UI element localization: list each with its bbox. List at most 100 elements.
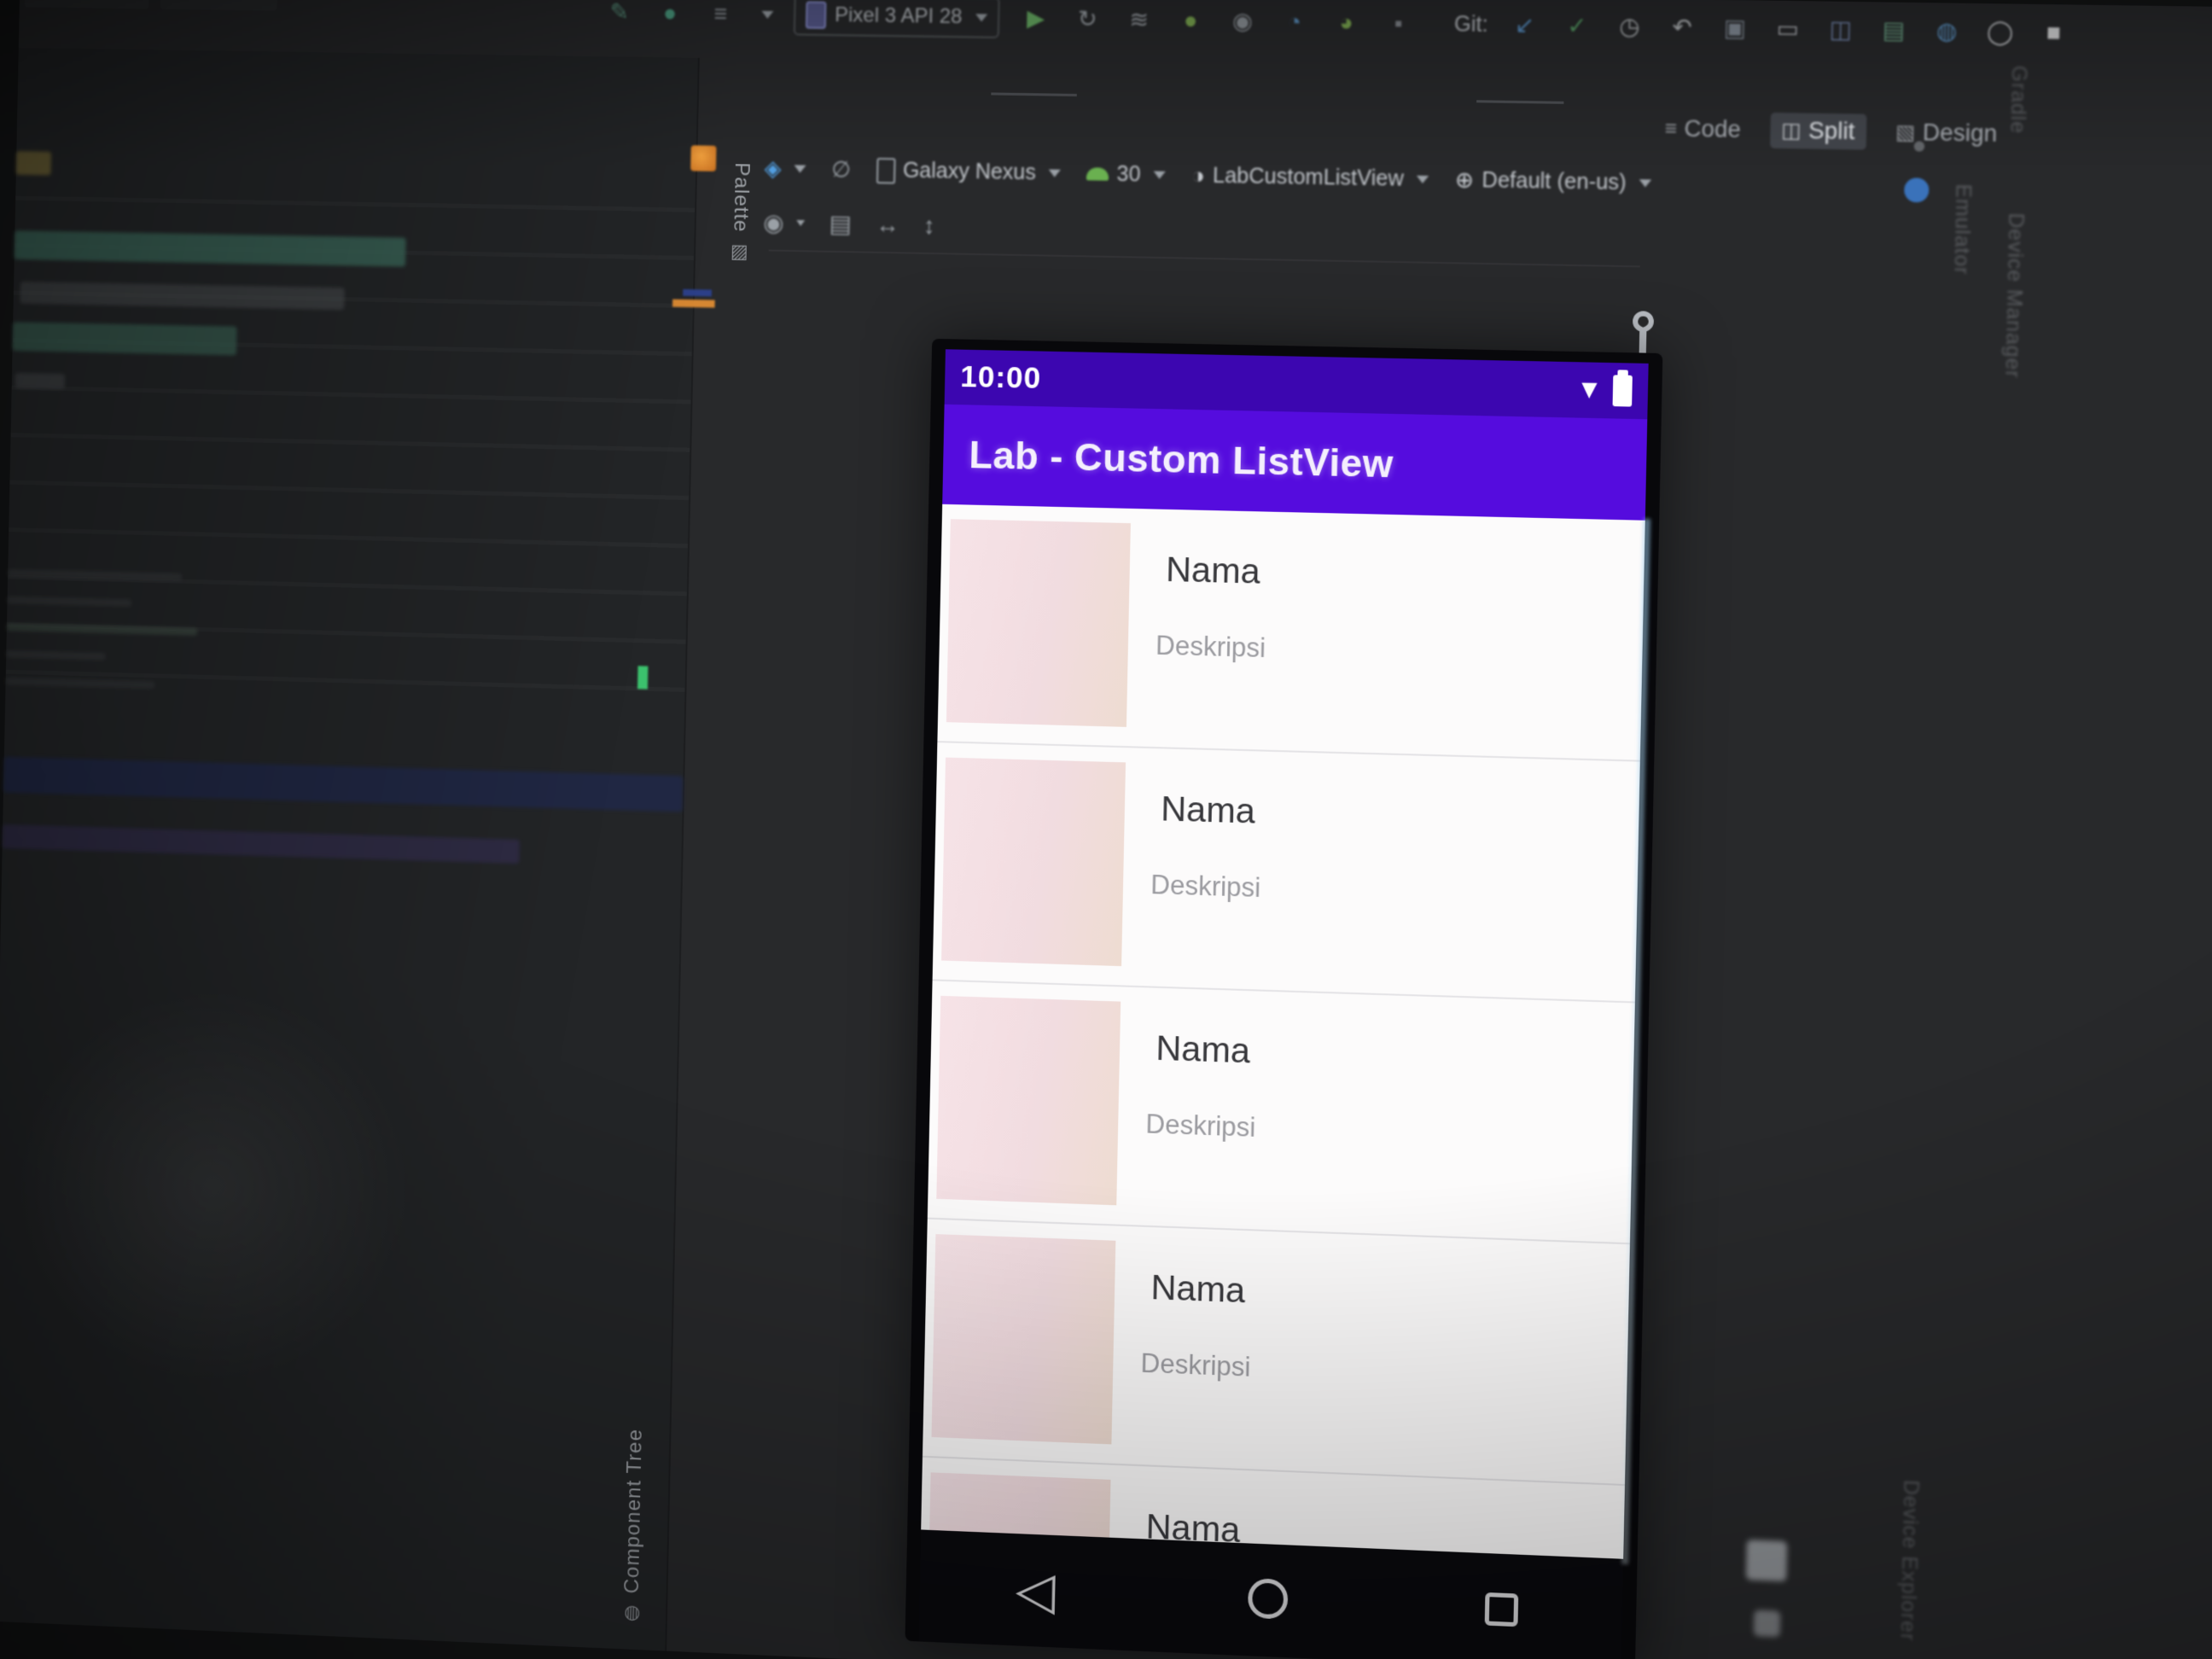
stop-icon[interactable]: ▪ [1382,8,1414,39]
Nama: Nama Deskripsi [937,504,1645,762]
git-commit-icon[interactable]: ✓ [1561,10,1593,42]
api-level-select[interactable]: 30 [1086,161,1166,188]
ide-window: ✎ ● ≡ Pixel 3 API 28 ▶ ↻ ≋ ● ◉ ◔ ◕ ▪ Git: ↙ ✓ ◷ ↶ ▣ ▭… [0,0,2212,1659]
run-configuration-select[interactable]: Pixel 3 API 28 [793,0,1001,38]
issues-panel-icon[interactable] [1903,178,1930,203]
tab-design[interactable]: ▧ Design [1883,114,2009,152]
Nama: Nama Deskripsi [922,1219,1630,1487]
code-selection-band [3,756,684,812]
toolbar-dropdown-chevron[interactable] [761,10,774,19]
horizontal-resize-icon[interactable]: ↔ [876,211,900,239]
git-update-icon[interactable]: ↙ [1509,9,1541,41]
toolwindow-stub-emulator[interactable]: Emulator [1948,183,1975,275]
avd-manager-icon[interactable]: ◍ [1930,15,1963,48]
toolwindow-stub-device-manager[interactable]: Device Manager [2000,212,2028,379]
item-name: Nama [1165,549,1261,591]
component-tree-label: Component Tree [620,1428,647,1594]
chevron-down-icon [1639,179,1652,188]
palette-icon: ▨ [729,241,751,264]
item-name: Nama [1160,788,1256,831]
orientation-icon[interactable]: ∅ [831,156,851,183]
toolwindow-stub-device-explorer[interactable]: Device Explorer [1895,1479,1923,1642]
app-bar-title: Lab - Custom ListView [968,432,1394,486]
editor-tab-underline [991,92,1077,96]
toolwindow-label: Emulator [1949,183,1976,276]
git-history-icon[interactable]: ◷ [1614,10,1646,42]
profile-square-icon[interactable]: ■ [2037,16,2069,49]
Nama: Nama Deskripsi [927,981,1635,1245]
mode-tab-icon: ≡ [1664,116,1678,141]
sdk-manager-icon[interactable]: ▤ [1877,15,1910,46]
search-everywhere-icon[interactable]: ◯ [1984,16,2017,49]
custom-listview: Nama Deskripsi Nama Deskripsi Nama Deskr… [921,504,1645,1559]
device-online-icon[interactable]: ● [655,0,685,29]
item-description: Deskripsi [1155,630,1266,664]
profiler-icon[interactable]: ◔ [1278,6,1310,38]
scrollbar-marker-orange [672,299,715,308]
status-bar-time: 10:00 [959,359,1042,396]
api-level-label: 30 [1116,161,1141,187]
git-rollback-icon[interactable]: ↶ [1666,11,1698,43]
mode-tab-icon: ▧ [1895,120,1916,145]
run-configuration-label: Pixel 3 API 28 [834,3,963,29]
render-wrench-icon[interactable] [1627,309,1658,359]
locale-label: Default (en-us) [1481,167,1627,195]
chevron-down-icon [975,13,988,22]
vertical-resize-icon[interactable]: ↕ [923,212,936,240]
device-label: Galaxy Nexus [902,158,1037,185]
resume-program-icon[interactable]: ◉ [1226,5,1258,37]
zoom-control-icon[interactable] [1745,1540,1788,1582]
sidebar-item-palette[interactable]: Palette ▨ [728,162,754,264]
window-tab-fragment [24,0,149,9]
view-options-toolbar: ◉ ▤ ↔ ↕ [763,208,935,240]
device-icon [805,1,827,29]
item-image-placeholder [941,757,1126,967]
item-name: Nama [1155,1027,1251,1071]
apply-code-changes-icon[interactable]: ≋ [1123,4,1155,36]
window-tab-fragment [160,0,277,11]
locale-select[interactable]: ⊕ Default (en-us) [1455,166,1652,197]
layout-inspector-icon[interactable]: ◫ [1825,14,1857,45]
code-line-blur [12,322,237,356]
layers-icon: ◈ [764,154,782,182]
debug-icon[interactable]: ● [1175,4,1207,36]
main-toolbar: ✎ ● ≡ Pixel 3 API 28 ▶ ↻ ≋ ● ◉ ◔ ◕ ▪ Git: ↙ ✓ ◷ ↶ ▣ ▭… [603,0,2069,54]
xml-code-editor[interactable] [0,48,700,1651]
photographed-android-studio-window: ✎ ● ≡ Pixel 3 API 28 ▶ ↻ ≋ ● ◉ ◔ ◕ ▪ Git: ↙ ✓ ◷ ↶ ▣ ▭… [0,0,2212,1659]
sdk-pencil-icon[interactable]: ✎ [604,0,635,28]
item-description: Deskripsi [1145,1109,1256,1143]
main-menu-icon[interactable]: ≡ [705,0,736,29]
item-description: Deskripsi [1140,1348,1251,1382]
modified-file-marker [690,145,717,172]
chevron-down-icon [1048,169,1062,178]
device-select[interactable]: Galaxy Nexus [876,157,1062,186]
battery-icon [1612,375,1633,407]
cursor-highlight [637,666,649,690]
mode-tab-label: Design [1922,119,1998,147]
git-label: Git: [1453,11,1488,37]
terminal-icon[interactable]: ▭ [1772,13,1804,44]
theme-select[interactable]: ◑ LabCustomListView [1191,162,1429,193]
tab-split[interactable]: ◫ Split [1769,112,1867,150]
tab-code[interactable]: ≡ Code [1653,111,1753,148]
Nama: Nama Deskripsi [932,742,1640,1004]
run-icon[interactable]: ▶ [1020,3,1051,34]
mode-tab-label: Split [1807,117,1855,145]
view-options-select[interactable]: ◉ [763,208,806,237]
apply-changes-icon[interactable]: ↻ [1072,3,1103,35]
attach-debugger-icon[interactable]: ◕ [1330,7,1362,38]
back-button-icon: ◁ [1015,1560,1057,1621]
item-image-placeholder [946,519,1131,727]
blueprint-list-icon[interactable]: ▤ [829,209,852,238]
toolwindow-label: Gradle [2005,65,2031,135]
device-preview[interactable]: 10:00 ▼ Lab - Custom ListView Nama Deskr… [905,338,1663,1659]
zoom-control-icon[interactable] [1753,1610,1781,1638]
home-button-icon [1247,1578,1289,1620]
sidebar-item-component-tree[interactable]: ◍ Component Tree [620,1429,647,1625]
chevron-down-icon [796,219,806,227]
toolwindow-stub-gradle[interactable]: Gradle [2005,65,2031,134]
design-surface-select[interactable]: ◈ [764,155,806,183]
project-structure-icon[interactable]: ▣ [1719,12,1751,44]
recents-button-icon [1484,1592,1519,1627]
item-image-placeholder [931,1234,1116,1445]
